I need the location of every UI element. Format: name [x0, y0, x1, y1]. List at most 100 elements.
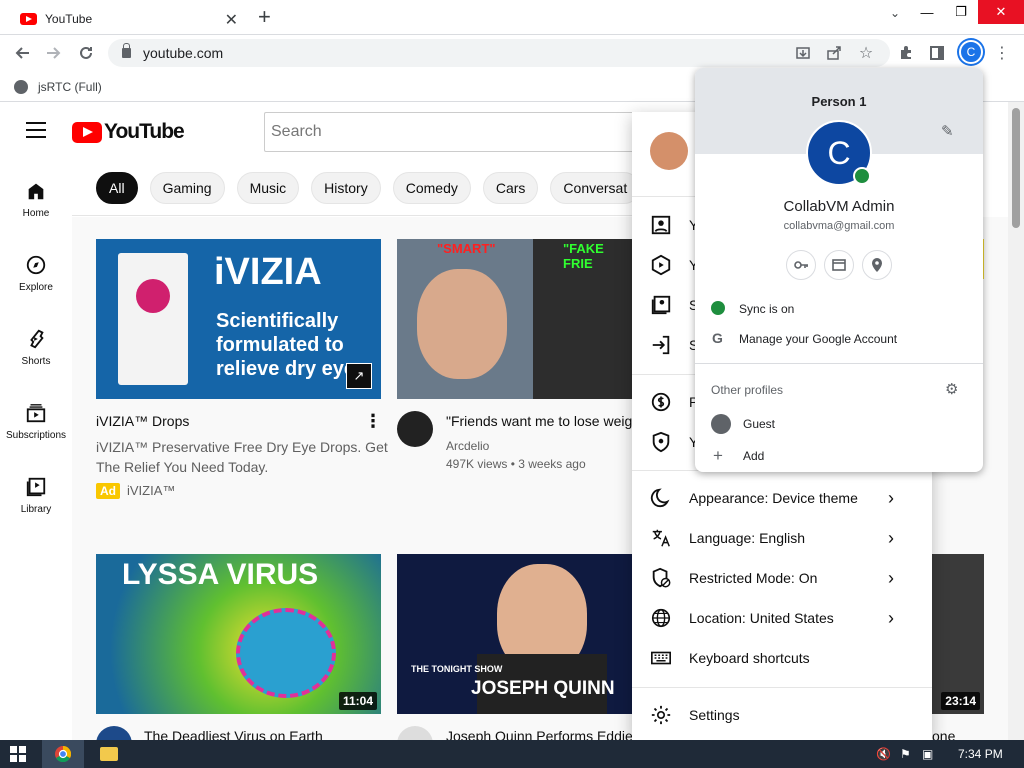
windows-start-icon[interactable]	[10, 746, 26, 762]
clock[interactable]: 7:34 PM	[958, 747, 1003, 761]
guide-item-shorts[interactable]: Shorts	[0, 328, 72, 367]
profile-avatar-button[interactable]: C	[959, 40, 983, 64]
tab-search-icon[interactable]: ⌄	[890, 6, 900, 20]
divider	[632, 687, 932, 688]
moon-icon	[650, 488, 670, 508]
channel-avatar[interactable]	[397, 411, 433, 447]
menu-item-settings[interactable]: Settings	[632, 695, 932, 735]
chip-music[interactable]: Music	[236, 171, 300, 204]
sync-status[interactable]: Sync is on	[739, 302, 794, 316]
youtube-logo[interactable]: YouTube	[72, 120, 185, 144]
chrome-profile-menu: Person 1 ✎ C CollabVM Admin collabvma@gm…	[695, 68, 983, 472]
new-tab-button[interactable]: +	[258, 4, 271, 30]
video-thumbnail[interactable]: 23:14	[932, 554, 984, 714]
chip-gaming[interactable]: Gaming	[149, 171, 225, 204]
addresses-button[interactable]	[862, 250, 892, 280]
bookmark-star-icon[interactable]: ☆	[856, 43, 876, 63]
advertiser-name[interactable]: iVIZIA™	[127, 483, 175, 498]
volume-muted-icon[interactable]: 🔇	[876, 747, 891, 761]
purchases-icon	[651, 392, 671, 412]
install-icon[interactable]	[793, 43, 813, 63]
guide-item-home[interactable]: Home	[0, 180, 72, 219]
eye-graphic	[136, 279, 170, 313]
chip-history[interactable]: History	[311, 171, 381, 204]
passwords-button[interactable]	[786, 250, 816, 280]
chip-cars[interactable]: Cars	[482, 171, 539, 204]
forward-icon[interactable]	[44, 43, 64, 63]
lock-icon	[122, 43, 131, 58]
ad-badge: Ad	[96, 483, 120, 499]
translate-icon	[652, 529, 670, 547]
scrollbar-thumb[interactable]	[1012, 108, 1020, 228]
chrome-menu-icon[interactable]: ⋮	[992, 43, 1012, 63]
video-thumbnail[interactable]: "SMART" "FAKE FRIE	[397, 239, 633, 399]
menu-label: Restricted Mode: On	[689, 570, 818, 586]
globe-icon	[14, 79, 28, 94]
video-thumbnail[interactable]: THE TONIGHT SHOW JOSEPH QUINN	[397, 554, 633, 714]
virus-graphic	[236, 608, 336, 698]
video-thumbnail-ad[interactable]: iVIZIA Scientifically formulated to reli…	[96, 239, 381, 399]
thumb-text: Scientifically formulated to relieve dry…	[216, 310, 355, 380]
tab-youtube[interactable]: YouTube ✕	[8, 3, 248, 34]
avatar-letter: C	[827, 134, 851, 171]
address-bar[interactable]: youtube.com	[108, 39, 890, 67]
video-duration: 23:14	[941, 692, 980, 710]
channel-name[interactable]: Arcdelio	[446, 439, 489, 453]
manage-profiles-gear-icon[interactable]: ⚙	[945, 380, 958, 398]
more-options-icon[interactable]: ⋮	[364, 411, 382, 432]
side-panel-icon[interactable]	[927, 43, 947, 63]
account-avatar[interactable]	[650, 132, 688, 170]
chevron-right-icon: ›	[888, 607, 894, 628]
reload-icon[interactable]	[76, 43, 96, 63]
chrome-icon	[55, 746, 71, 762]
chip-comedy[interactable]: Comedy	[392, 171, 471, 204]
external-link-icon[interactable]: ↗	[346, 363, 372, 389]
sign-out-icon	[652, 335, 670, 355]
menu-item-language[interactable]: Language: English ›	[632, 518, 932, 558]
video-meta: 497K views • 3 weeks ago	[446, 457, 586, 471]
restore-button[interactable]: ❐	[944, 0, 978, 24]
bookmark-jsrtc[interactable]: jsRTC (Full)	[38, 80, 102, 94]
browser-toolbar: youtube.com ☆ ⋮	[0, 34, 1024, 72]
manage-account-link[interactable]: Manage your Google Account	[739, 332, 897, 346]
share-icon[interactable]	[824, 43, 844, 63]
restricted-icon	[652, 567, 671, 588]
chip-all[interactable]: All	[96, 171, 138, 204]
thumb-text: LYSSA VIRUS	[122, 558, 319, 591]
shorts-icon	[30, 329, 44, 349]
file-explorer-icon[interactable]	[100, 747, 118, 761]
menu-label: Settings	[689, 707, 740, 723]
minimize-button[interactable]: —	[910, 0, 944, 24]
youtube-play-icon	[72, 121, 102, 143]
menu-item-keyboard-shortcuts[interactable]: Keyboard shortcuts	[632, 638, 932, 678]
tab-close-icon[interactable]: ✕	[225, 10, 238, 30]
page-scrollbar[interactable]	[1008, 102, 1024, 740]
menu-item-appearance[interactable]: Appearance: Device theme ›	[632, 478, 932, 518]
video-thumbnail[interactable]: LYSSA VIRUS 11:04	[96, 554, 381, 714]
guide-item-explore[interactable]: Explore	[0, 254, 72, 293]
payment-methods-button[interactable]	[824, 250, 854, 280]
menu-item-restricted-mode[interactable]: Restricted Mode: On ›	[632, 558, 932, 598]
extensions-icon[interactable]	[896, 43, 916, 63]
search-input[interactable]: Search	[264, 112, 664, 152]
hamburger-menu-icon[interactable]	[26, 122, 46, 143]
compass-icon	[26, 255, 46, 275]
guide-item-subscriptions[interactable]: Subscriptions	[0, 402, 72, 441]
key-icon	[794, 261, 808, 269]
guide-label: Subscriptions	[5, 430, 67, 441]
menu-item-location[interactable]: Location: United States ›	[632, 598, 932, 638]
edit-pencil-icon[interactable]: ✎	[941, 122, 954, 140]
guide-item-library[interactable]: Library	[0, 476, 72, 515]
network-icon[interactable]: ⚑	[900, 747, 911, 761]
thumb-text: JOSEPH QUINN	[471, 678, 615, 699]
notification-icon[interactable]: ▣	[922, 747, 933, 761]
back-icon[interactable]	[12, 43, 32, 63]
library-icon	[26, 477, 46, 497]
video-title[interactable]: iVIZIA™ Drops	[96, 413, 189, 429]
close-window-button[interactable]: ✕	[978, 0, 1024, 24]
taskbar-chrome[interactable]	[42, 740, 84, 768]
chip-conversations[interactable]: Conversat	[550, 171, 641, 204]
add-profile-button[interactable]: Add	[743, 449, 764, 463]
guest-profile[interactable]: Guest	[743, 417, 775, 431]
video-title[interactable]: "Friends want me to lose weig	[446, 413, 636, 429]
